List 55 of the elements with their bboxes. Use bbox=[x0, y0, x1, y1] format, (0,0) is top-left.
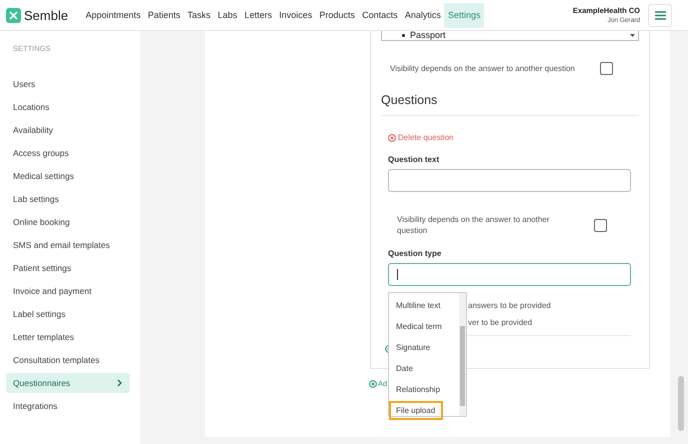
logo-text: Semble bbox=[24, 8, 68, 22]
sidebar-item[interactable]: Questionnaires bbox=[6, 373, 130, 393]
logo-icon bbox=[6, 8, 21, 22]
nav-tab[interactable]: Products bbox=[316, 2, 359, 28]
sidebar-item[interactable]: Consultation templates bbox=[6, 350, 130, 370]
sidebar-item[interactable]: SMS and email templates bbox=[6, 235, 130, 255]
dropdown-option[interactable]: Medical term bbox=[389, 317, 443, 336]
checkbox-label: Visibility depends on the answer to another question bbox=[397, 214, 550, 236]
add-icon bbox=[369, 380, 377, 388]
question-type-field[interactable] bbox=[388, 263, 631, 286]
menu-icon bbox=[654, 10, 666, 20]
checkbox[interactable] bbox=[600, 62, 613, 75]
select-field[interactable]: Passport bbox=[381, 31, 639, 41]
menu-button[interactable] bbox=[648, 4, 672, 26]
checkbox-label: Visibility depends on the answer to another question bbox=[390, 64, 575, 73]
checkbox-label: ver to be provided bbox=[468, 318, 532, 328]
nav-tab[interactable]: Invoices bbox=[276, 2, 316, 28]
delete-icon bbox=[388, 134, 396, 142]
nav-tab[interactable]: Tasks bbox=[184, 2, 214, 28]
dropdown-option[interactable]: File upload bbox=[389, 401, 443, 420]
sidebar-item[interactable]: Locations bbox=[6, 97, 130, 117]
bullet-icon bbox=[402, 34, 405, 37]
section-title: Questions bbox=[381, 93, 438, 107]
checkbox[interactable] bbox=[594, 218, 607, 232]
sidebar-item[interactable]: Availability bbox=[6, 120, 130, 140]
nav-tab[interactable]: Settings bbox=[444, 2, 484, 28]
nav-tab[interactable]: Analytics bbox=[401, 2, 444, 28]
dropdown-option[interactable]: Signature bbox=[389, 338, 443, 357]
sidebar-item[interactable]: Integrations bbox=[6, 396, 130, 416]
sidebar-item[interactable]: Invoice and payment bbox=[6, 281, 130, 301]
sidebar-item[interactable]: Label settings bbox=[6, 304, 130, 324]
sidebar-item[interactable]: Letter templates bbox=[6, 327, 130, 347]
field-label: Question text bbox=[388, 155, 440, 164]
question-text-field[interactable] bbox=[388, 169, 631, 192]
sidebar-item[interactable]: Access groups bbox=[6, 143, 130, 163]
sidebar-item[interactable]: Lab settings bbox=[6, 189, 130, 209]
checkbox-label: answers to be provided bbox=[468, 301, 551, 311]
nav-tab[interactable]: Labs bbox=[214, 2, 241, 28]
sidebar-item[interactable]: Online booking bbox=[6, 212, 130, 232]
chevron-icon bbox=[117, 379, 123, 387]
nav-tab[interactable]: Letters bbox=[240, 2, 276, 28]
sidebar-item[interactable]: Medical settings bbox=[6, 166, 130, 186]
dropdown-arrow-icon bbox=[630, 34, 635, 38]
delete-question-link[interactable]: Delete question bbox=[388, 133, 454, 142]
scrollbar[interactable] bbox=[678, 376, 684, 431]
dropdown-option[interactable]: Date bbox=[389, 359, 443, 378]
field-label: Question type bbox=[388, 249, 442, 258]
sidebar-item[interactable]: Patient settings bbox=[6, 258, 130, 278]
nav-tab[interactable]: Contacts bbox=[358, 2, 402, 28]
scrollbar[interactable] bbox=[459, 293, 466, 416]
nav-tab[interactable]: Appointments bbox=[82, 2, 144, 28]
nav-tab[interactable]: Patients bbox=[144, 2, 184, 28]
dropdown-option[interactable]: Multiline text bbox=[389, 296, 443, 315]
dropdown-option[interactable]: Relationship bbox=[389, 380, 443, 399]
sidebar-item[interactable]: Users bbox=[6, 74, 130, 94]
